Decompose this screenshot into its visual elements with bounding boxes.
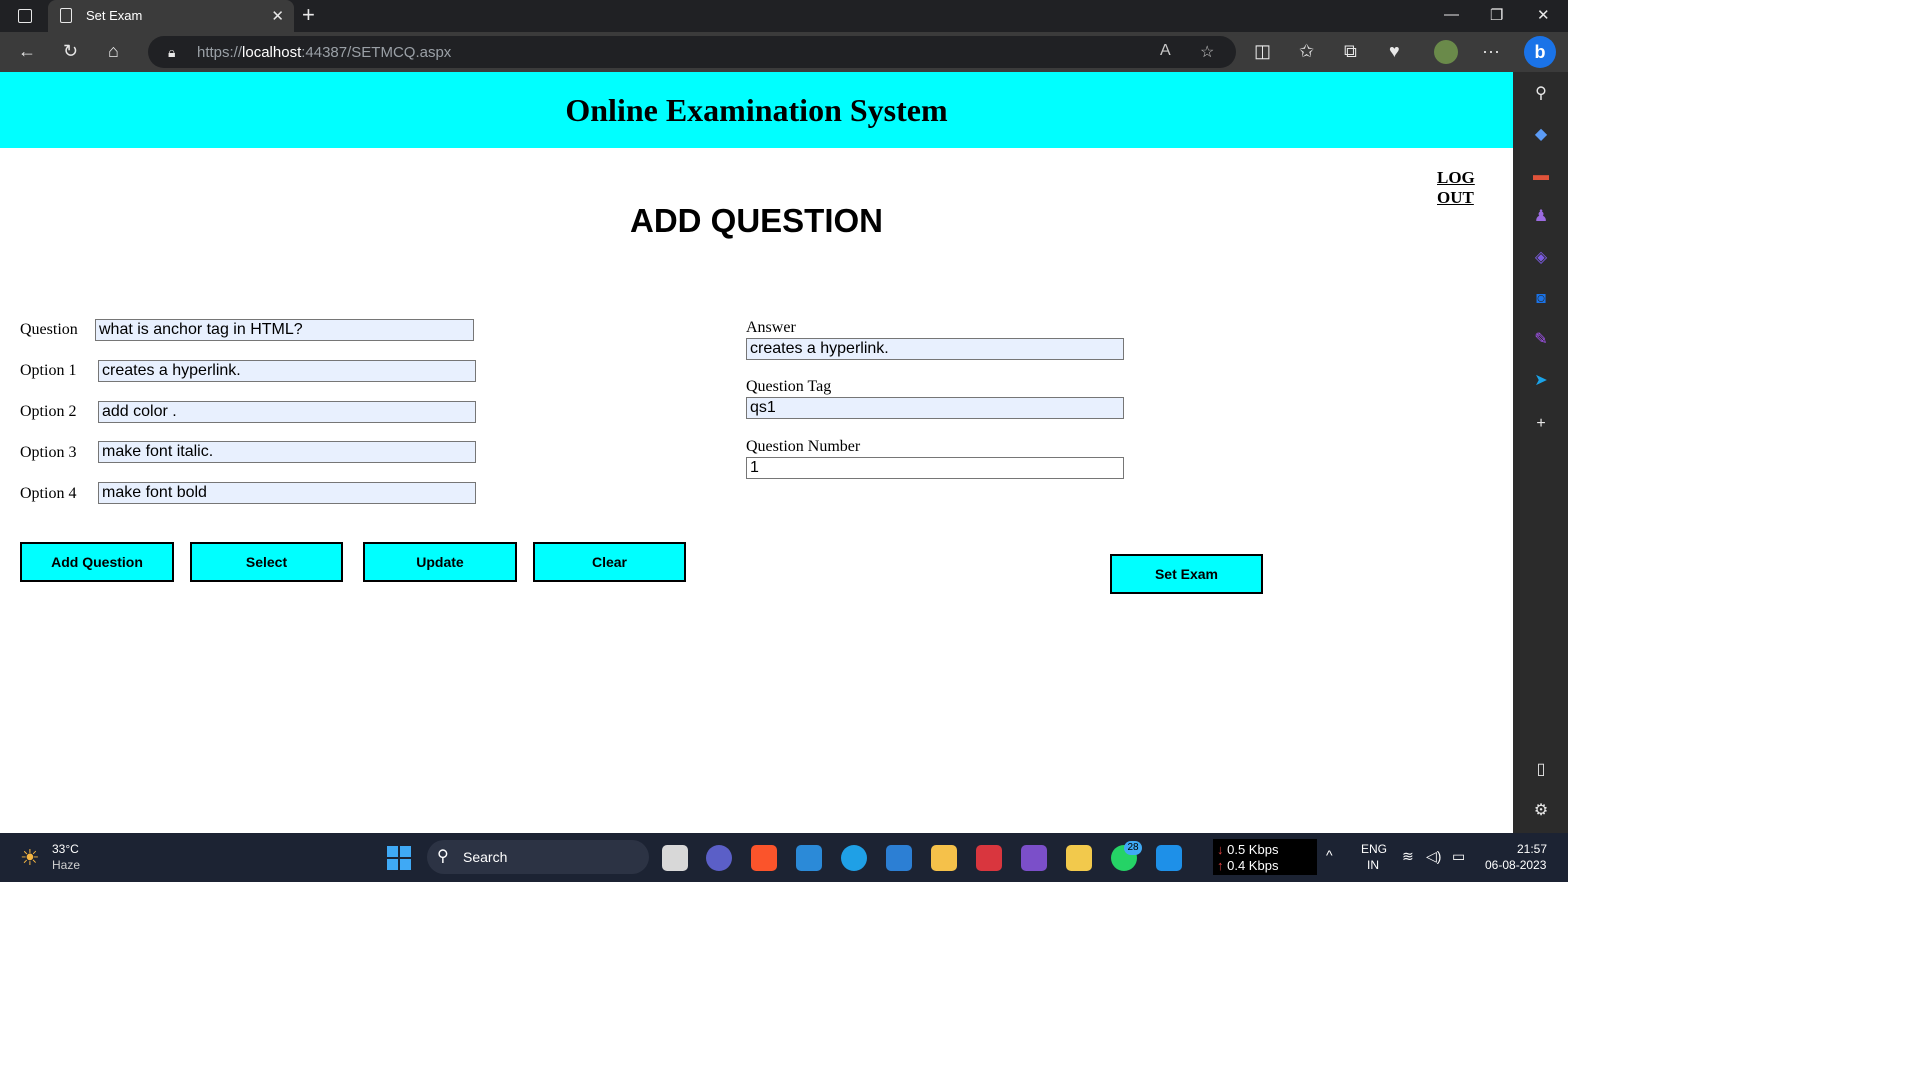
read-aloud-icon[interactable]: A [1160, 42, 1171, 60]
question-tag-input[interactable]: qs1 [746, 397, 1124, 419]
edge-browser-icon[interactable] [841, 845, 867, 871]
wifi-icon[interactable]: ≋ [1402, 848, 1414, 865]
upload-speed: ↑ 0.4 Kbps [1217, 858, 1279, 873]
copilot-icon[interactable]: ◈ [1531, 248, 1551, 268]
option3-label: Option 3 [20, 444, 77, 461]
hide-sidebar-icon[interactable]: ▯ [1531, 760, 1551, 780]
outlook-icon[interactable]: ◙ [1531, 289, 1551, 309]
weather-temp[interactable]: 33°C [52, 842, 79, 856]
wps-office-icon[interactable] [976, 845, 1002, 871]
home-icon[interactable]: ⌂ [108, 40, 119, 62]
add-question-button[interactable]: Add Question [20, 542, 174, 582]
browser-toolbar: ← ↻ ⌂ 🔒︎ https://localhost:44387/SETMCQ.… [0, 32, 1568, 72]
shopping-tag-icon[interactable]: ◆ [1531, 125, 1551, 145]
restore-icon[interactable]: ❐ [1490, 6, 1503, 24]
lock-icon[interactable]: 🔒︎ [168, 44, 175, 61]
tab-actions-icon[interactable] [18, 9, 32, 23]
favorite-star-icon[interactable]: ☆ [1200, 42, 1214, 62]
tab-title: Set Exam [86, 8, 143, 23]
select-button[interactable]: Select [190, 542, 343, 582]
sticky-notes-icon[interactable] [1066, 845, 1092, 871]
mail-icon[interactable] [886, 845, 912, 871]
sidebar-settings-icon[interactable]: ⚙ [1531, 801, 1551, 821]
tools-icon[interactable]: ▬ [1531, 166, 1551, 186]
bing-chat-icon[interactable]: b [1524, 36, 1556, 68]
add-sidebar-app-icon[interactable]: + [1531, 414, 1551, 434]
option2-input[interactable]: add color . [98, 401, 476, 423]
download-speed: ↓ 0.5 Kbps [1217, 842, 1279, 857]
browser-tab-bar: Set Exam ✕ + — ❐ ✕ [0, 0, 1568, 32]
whatsapp-badge: 28 [1124, 841, 1142, 855]
start-button[interactable] [387, 846, 411, 870]
close-window-icon[interactable]: ✕ [1537, 6, 1550, 24]
back-icon[interactable]: ← [18, 40, 36, 62]
web-page: Online Examination System LOG OUT ADD QU… [0, 72, 1513, 833]
windows-taskbar: ☀ 33°C Haze ⚲ Search 28 ↓ 0.5 Kbps ↑ 0.4… [0, 833, 1568, 882]
header-banner: Online Examination System [0, 72, 1513, 148]
collections-icon[interactable]: ⧉ [1344, 40, 1357, 62]
clock-date[interactable]: 06-08-2023 [1485, 858, 1546, 872]
clear-button[interactable]: Clear [533, 542, 686, 582]
more-menu-icon[interactable]: ··· [1482, 40, 1500, 62]
weather-desc[interactable]: Haze [52, 858, 80, 872]
volume-icon[interactable]: ◁) [1426, 848, 1441, 865]
photos-icon[interactable] [1156, 845, 1182, 871]
option3-input[interactable]: make font italic. [98, 441, 476, 463]
favorites-icon[interactable]: ✩ [1299, 40, 1314, 62]
question-tag-label: Question Tag [746, 378, 832, 395]
designer-icon[interactable]: ✎ [1531, 330, 1551, 350]
option1-input[interactable]: creates a hyperlink. [98, 360, 476, 382]
update-button[interactable]: Update [363, 542, 517, 582]
option4-label: Option 4 [20, 485, 77, 502]
question-label: Question [20, 321, 78, 338]
search-icon: ⚲ [437, 848, 449, 865]
weather-icon[interactable]: ☀ [20, 845, 40, 871]
network-speed-meter[interactable]: ↓ 0.5 Kbps ↑ 0.4 Kbps [1213, 839, 1317, 875]
drop-icon[interactable]: ➤ [1531, 371, 1551, 391]
teams-chat-icon[interactable] [706, 845, 732, 871]
option4-input[interactable]: make font bold [98, 482, 476, 504]
refresh-icon[interactable]: ↻ [63, 40, 78, 62]
site-title: Online Examination System [565, 92, 948, 128]
question-number-input[interactable]: 1 [746, 457, 1124, 479]
browser-tab[interactable]: Set Exam ✕ [48, 0, 294, 32]
option1-label: Option 1 [20, 362, 77, 379]
battery-icon[interactable]: ▭ [1452, 848, 1465, 865]
minimize-icon[interactable]: — [1444, 6, 1459, 23]
taskbar-search[interactable]: ⚲ Search [427, 840, 649, 874]
language-bottom[interactable]: IN [1367, 858, 1379, 872]
question-input[interactable]: what is anchor tag in HTML? [95, 319, 474, 341]
answer-label: Answer [746, 319, 796, 336]
page-title: ADD QUESTION [629, 202, 883, 239]
set-exam-button[interactable]: Set Exam [1110, 554, 1263, 594]
search-icon[interactable]: ⚲ [1531, 84, 1551, 104]
close-tab-icon[interactable]: ✕ [271, 7, 284, 25]
chevron-up-icon[interactable]: ^ [1326, 847, 1333, 863]
file-explorer-icon[interactable] [931, 845, 957, 871]
search-label: Search [463, 849, 508, 865]
profile-avatar[interactable] [1434, 40, 1458, 64]
games-icon[interactable]: ♟ [1531, 207, 1551, 227]
url-text: https://localhost:44387/SETMCQ.aspx [197, 44, 452, 61]
task-view-icon[interactable] [662, 845, 688, 871]
browser-essentials-icon[interactable]: ♥ [1389, 40, 1400, 62]
remote-desktop-icon[interactable] [796, 845, 822, 871]
option2-label: Option 2 [20, 403, 77, 420]
new-tab-icon[interactable]: + [302, 4, 315, 26]
brave-browser-icon[interactable] [751, 845, 777, 871]
split-screen-icon[interactable]: ◫ [1254, 40, 1271, 62]
address-bar[interactable]: 🔒︎ https://localhost:44387/SETMCQ.aspx A… [148, 36, 1236, 68]
clock-time[interactable]: 21:57 [1517, 842, 1547, 856]
question-number-label: Question Number [746, 438, 861, 455]
language-top[interactable]: ENG [1361, 842, 1387, 856]
visual-studio-icon[interactable] [1021, 845, 1047, 871]
page-icon [60, 8, 72, 23]
answer-input[interactable]: creates a hyperlink. [746, 338, 1124, 360]
edge-sidebar: ⚲ ◆ ▬ ♟ ◈ ◙ ✎ ➤ + ▯ ⚙ [1513, 72, 1568, 833]
